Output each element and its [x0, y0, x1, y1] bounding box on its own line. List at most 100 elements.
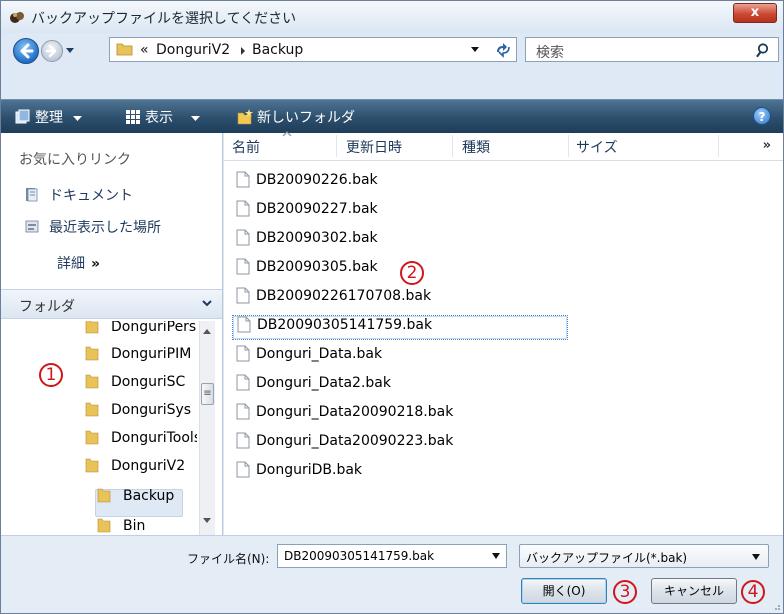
tree-item-donguripersonal[interactable]: DonguriPersonal — [85, 321, 197, 335]
tree-item-donguripim[interactable]: DonguriPIM — [85, 345, 191, 362]
breadcrumb-separator-icon[interactable] — [240, 47, 246, 55]
tree-item-label: DonguriSC — [111, 374, 186, 390]
folder-icon — [85, 374, 99, 389]
chevron-down-icon[interactable] — [202, 298, 212, 308]
tree-item-label: Backup — [123, 488, 175, 504]
tree-item-label: DonguriPersonal — [111, 321, 197, 335]
dialog-footer: ファイル名(N): DB20090305141759.bak バックアップファイ… — [1, 535, 783, 613]
file-item[interactable]: DB20090226170708.bak — [236, 287, 431, 312]
recent-places-icon — [25, 220, 39, 233]
file-name: DB20090302.bak — [256, 230, 378, 246]
column-size[interactable]: サイズ — [576, 137, 618, 157]
file-item[interactable]: Donguri_Data.bak — [236, 345, 382, 370]
tree-item-donguriv2[interactable]: DonguriV2 — [85, 457, 185, 474]
new-folder-label: 新しいフォルダ — [257, 110, 355, 126]
tree-item-dongurisc[interactable]: DonguriSC — [85, 373, 185, 390]
file-item[interactable]: DonguriDB.bak — [236, 461, 362, 486]
new-folder-icon — [237, 109, 253, 125]
file-icon — [236, 287, 250, 304]
file-icon — [236, 229, 250, 246]
tree-item-label: DonguriSys — [111, 402, 192, 418]
file-item-selected[interactable]: DB20090305141759.bak — [232, 315, 568, 340]
tree-item-backup[interactable]: Backup — [97, 487, 174, 504]
toolbar: 整理 表示 新しいフォルダ ? — [1, 99, 783, 133]
scroll-up-icon[interactable] — [202, 327, 212, 335]
organize-button[interactable]: 整理 — [15, 107, 83, 127]
organize-icon — [15, 109, 30, 124]
file-item[interactable]: Donguri_Data20090223.bak — [236, 432, 453, 457]
column-name[interactable]: 名前 — [232, 137, 260, 157]
breadcrumb-backup[interactable]: Backup — [252, 42, 303, 58]
back-button[interactable] — [13, 38, 39, 64]
file-name: DB20090227.bak — [256, 201, 378, 217]
file-item[interactable]: Donguri_Data2.bak — [236, 374, 391, 399]
search-placeholder: 検索 — [536, 45, 564, 61]
column-divider[interactable] — [336, 135, 337, 157]
views-button[interactable]: 表示 — [125, 107, 201, 127]
more-links[interactable]: 詳細 » — [57, 253, 100, 273]
recent-pages-dropdown-icon[interactable] — [65, 45, 75, 55]
file-icon — [237, 316, 251, 333]
file-icon — [236, 345, 250, 362]
search-icon[interactable] — [756, 42, 772, 58]
folder-icon — [85, 458, 99, 473]
forward-button[interactable] — [41, 40, 63, 62]
column-type[interactable]: 種類 — [462, 137, 490, 157]
open-button[interactable]: 開く(O) — [521, 578, 607, 604]
folder-tree-scrollbar[interactable]: ≡ — [199, 321, 215, 535]
close-button[interactable]: x — [733, 3, 777, 23]
tree-item-donguri-sys[interactable]: DonguriSys — [85, 401, 191, 418]
filename-value[interactable]: DB20090305141759.bak — [284, 549, 434, 563]
filename-dropdown-icon[interactable] — [492, 553, 500, 559]
column-divider[interactable] — [568, 135, 569, 157]
file-name: DB20090226170708.bak — [256, 288, 432, 304]
search-input[interactable]: 検索 — [525, 37, 779, 62]
file-type-dropdown-icon[interactable] — [752, 554, 760, 560]
help-icon[interactable]: ? — [753, 107, 771, 125]
refresh-icon[interactable] — [492, 40, 514, 59]
file-icon — [236, 171, 250, 188]
tree-item-donguri-tools[interactable]: DonguriTools — [85, 429, 197, 446]
favorite-documents[interactable]: ドキュメント — [25, 185, 133, 205]
scroll-down-icon[interactable] — [202, 517, 212, 525]
resize-grip-icon[interactable] — [771, 601, 781, 611]
scroll-thumb[interactable]: ≡ — [201, 383, 214, 405]
file-item[interactable]: DB20090227.bak — [236, 200, 378, 225]
column-modified[interactable]: 更新日時 — [346, 137, 402, 157]
tree-item-label: Bin — [123, 518, 146, 534]
file-list-pane: 名前 更新日時 種類 サイズ » DB20090226.bak DB200902… — [224, 131, 783, 535]
more-links-label: 詳細 — [57, 256, 85, 272]
back-arrow-icon — [20, 43, 34, 59]
file-item[interactable]: DB20090226.bak — [236, 171, 378, 196]
sort-ascending-icon — [282, 131, 292, 137]
file-icon — [236, 258, 250, 275]
folder-icon — [97, 518, 111, 533]
folder-icon — [97, 488, 111, 503]
window-title: バックアップファイルを選択してください — [31, 11, 297, 27]
file-item[interactable]: DB20090305.bak — [236, 258, 378, 283]
column-divider[interactable] — [452, 135, 453, 157]
file-name: Donguri_Data20090223.bak — [256, 433, 454, 449]
app-icon — [10, 12, 24, 23]
file-type-filter[interactable]: バックアップファイル(*.bak) — [519, 544, 769, 568]
organize-label: 整理 — [35, 110, 63, 126]
file-icon — [236, 432, 250, 449]
cancel-button[interactable]: キャンセル — [651, 578, 737, 604]
file-item[interactable]: DB20090302.bak — [236, 229, 378, 254]
breadcrumb-prefix[interactable]: « — [140, 42, 149, 58]
breadcrumb-donguriv2[interactable]: DonguriV2 — [156, 42, 230, 58]
column-divider[interactable] — [718, 135, 719, 157]
tree-item-label: DonguriV2 — [111, 458, 186, 474]
address-bar[interactable]: « DonguriV2 Backup — [109, 37, 517, 62]
file-name: DB20090305141759.bak — [257, 317, 433, 333]
views-icon — [126, 110, 140, 124]
file-item[interactable]: Donguri_Data20090218.bak — [236, 403, 453, 428]
address-dropdown-icon[interactable] — [470, 46, 480, 54]
file-name: Donguri_Data.bak — [256, 346, 383, 362]
tree-item-bin[interactable]: Bin — [97, 517, 145, 534]
more-columns-icon[interactable]: » — [763, 138, 771, 153]
new-folder-button[interactable]: 新しいフォルダ — [237, 107, 355, 127]
filename-combobox[interactable]: DB20090305141759.bak — [277, 544, 507, 568]
folders-header[interactable]: フォルダ — [1, 289, 222, 319]
favorite-recent-places[interactable]: 最近表示した場所 — [25, 217, 161, 237]
